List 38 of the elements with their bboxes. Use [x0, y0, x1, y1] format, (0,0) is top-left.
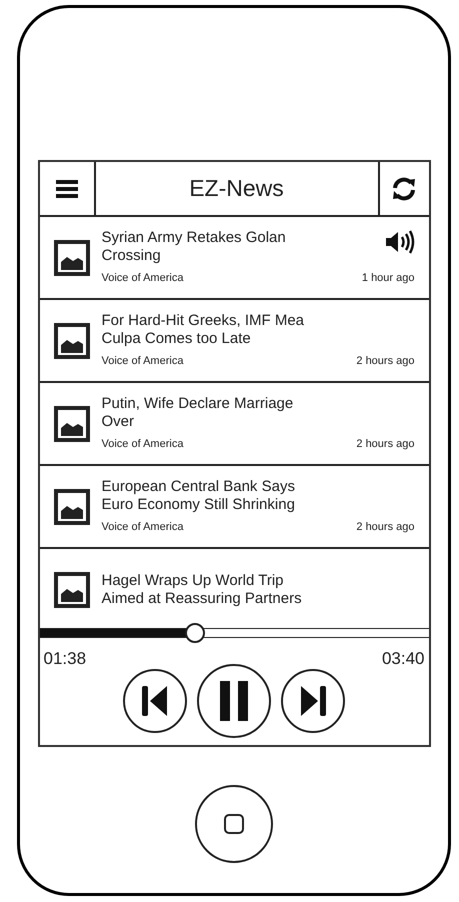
article-time: 2 hours ago	[356, 354, 414, 369]
article-source: Voice of America	[102, 520, 184, 535]
next-button[interactable]	[281, 668, 345, 732]
article-source: Voice of America	[102, 270, 184, 286]
article-row[interactable]: European Central Bank Says Euro Economy Still Shrinking Voice of America 2 hours ago	[40, 466, 428, 549]
speaker-icon	[384, 228, 414, 255]
article-title: European Central Bank Says Euro Economy Still Shrinking	[102, 478, 296, 514]
article-source: Voice of America	[102, 436, 184, 452]
article-source: Voice of America	[102, 354, 184, 369]
previous-button[interactable]	[123, 668, 187, 732]
menu-icon	[56, 180, 78, 198]
app-title: EZ-News	[189, 174, 284, 204]
skip-forward-icon	[300, 686, 326, 716]
article-title: Hagel Wraps Up World Trip Aimed at Reassuring Partners	[102, 572, 303, 608]
refresh-icon	[391, 176, 417, 202]
total-duration: 03:40	[382, 648, 424, 670]
square-icon	[224, 814, 244, 834]
article-row[interactable]: Putin, Wife Declare Marriage Over Voice of America 2 hours ago	[40, 383, 428, 466]
article-row[interactable]: Syrian Army Retakes Golan Crossing Voice of America 1 hour ago	[40, 217, 428, 300]
progress-track[interactable]	[40, 628, 428, 638]
play-pause-button[interactable]	[197, 664, 271, 738]
article-time: 1 hour ago	[362, 270, 414, 286]
pause-icon	[220, 680, 248, 720]
image-icon	[54, 406, 90, 442]
image-icon	[54, 322, 90, 358]
image-icon	[54, 240, 90, 276]
progress-handle[interactable]	[185, 623, 206, 643]
skip-back-icon	[142, 686, 168, 716]
image-icon	[54, 572, 90, 608]
image-icon	[54, 488, 90, 524]
article-time: 2 hours ago	[356, 520, 414, 535]
elapsed-time: 01:38	[44, 648, 86, 670]
home-button[interactable]	[195, 785, 273, 863]
article-row[interactable]: For Hard-Hit Greeks, IMF Mea Culpa Comes too Late Voice of America 2 hours ago	[40, 300, 428, 383]
article-time: 2 hours ago	[356, 436, 414, 452]
article-title: For Hard-Hit Greeks, IMF Mea Culpa Comes too Late	[102, 312, 306, 348]
article-title: Syrian Army Retakes Golan Crossing	[102, 228, 287, 265]
article-title: Putin, Wife Declare Marriage Over	[102, 394, 294, 431]
